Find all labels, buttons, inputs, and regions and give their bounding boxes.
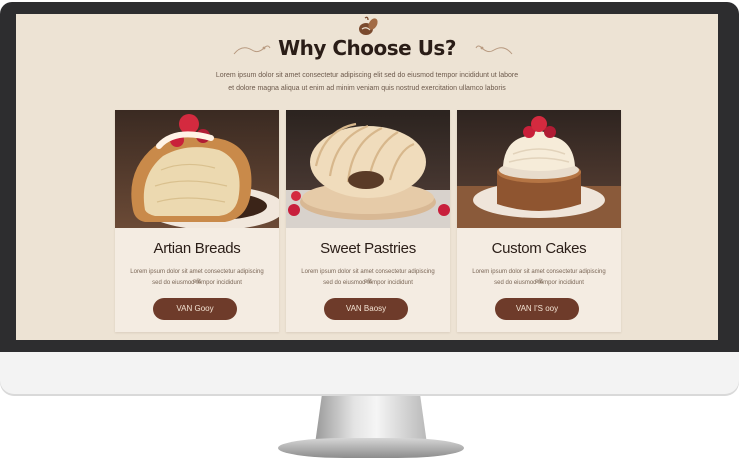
swirl-ornament-icon (233, 45, 271, 55)
card-button[interactable]: VAN Gooy (153, 298, 237, 320)
monitor-stand-neck (315, 396, 427, 444)
logo-icon[interactable] (356, 16, 380, 38)
card-description: sed do eiusmod tempor incididunt (494, 280, 584, 286)
card-title: Sweet Pastries (320, 240, 416, 257)
page-title: Why Choose Us? (278, 36, 456, 60)
monitor-stand-base (278, 438, 464, 458)
subtitle-line: Lorem ipsum dolor sit amet consectetur a… (215, 72, 519, 79)
monitor-chin (0, 352, 739, 396)
bread-photo (115, 110, 279, 228)
screen: Why Choose Us? Lorem ipsum dolor sit ame… (16, 14, 718, 340)
feature-card: Artian Breads Lorem ipsum dolor sit amet… (115, 110, 279, 332)
card-button[interactable]: VAN Baosy (324, 298, 408, 320)
swirl-ornament-icon (475, 45, 513, 55)
card-title: Artian Breads (153, 240, 241, 257)
card-description: sed do eiusmod tempor incididunt (152, 280, 242, 286)
pastry-photo (286, 110, 450, 228)
subtitle-line: et dolore magna aliqua ut enim ad minim … (228, 85, 506, 92)
cake-photo (457, 110, 621, 228)
monitor: Why Choose Us? Lorem ipsum dolor sit ame… (0, 0, 739, 398)
feature-card: Sweet Pastries Lorem ipsum dolor sit ame… (286, 110, 450, 332)
card-description: sed do eiusmod tempor incididunt (323, 280, 413, 286)
card-button[interactable]: VAN I'S ooy (495, 298, 579, 320)
feature-card: Custom Cakes Lorem ipsum dolor sit amet … (457, 110, 621, 332)
card-title: Custom Cakes (491, 240, 587, 257)
